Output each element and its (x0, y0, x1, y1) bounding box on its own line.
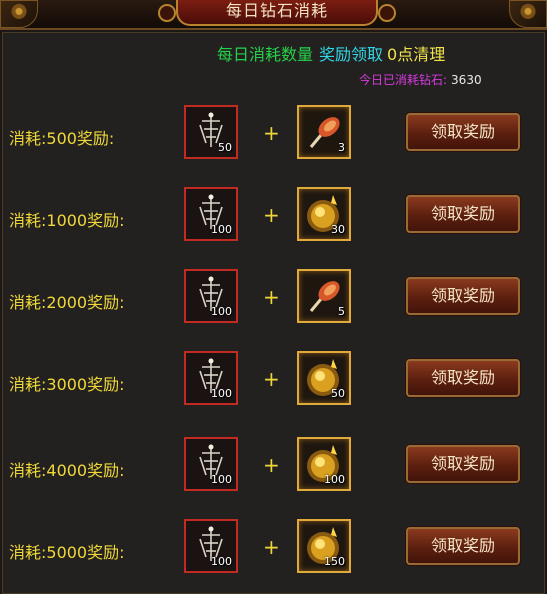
item-count: 150 (324, 555, 345, 568)
item-count: 30 (331, 223, 345, 236)
claim-reward-button[interactable]: 领取奖励 (406, 359, 520, 397)
reward-row: 消耗:4000奖励: 100 + 100 领取奖励 (3, 437, 544, 497)
item-count: 50 (331, 387, 345, 400)
row-label: 消耗:3000奖励: (9, 375, 125, 394)
reward-slot-golden-orb[interactable]: 50 (297, 351, 351, 405)
item-count: 5 (338, 305, 345, 318)
reward-slot-meat[interactable]: 3 (297, 105, 351, 159)
item-count: 50 (218, 141, 232, 154)
reward-slot-bone-claw[interactable]: 50 (184, 105, 238, 159)
reward-slot-meat[interactable]: 5 (297, 269, 351, 323)
claim-reward-button[interactable]: 领取奖励 (406, 277, 520, 315)
claim-reward-button[interactable]: 领取奖励 (406, 527, 520, 565)
plus-sign: + (263, 285, 280, 309)
reward-claim-label: 奖励领取 (319, 45, 384, 64)
item-count: 100 (211, 555, 232, 568)
reward-slot-golden-orb[interactable]: 100 (297, 437, 351, 491)
window-title: 每日钻石消耗 (158, 0, 396, 26)
item-count: 100 (324, 473, 345, 486)
item-count: 100 (211, 473, 232, 486)
reward-slot-bone-claw[interactable]: 100 (184, 351, 238, 405)
reward-row: 消耗:3000奖励: 100 + 50 领取奖励 (3, 351, 544, 411)
row-label: 消耗:2000奖励: (9, 293, 125, 312)
reset-label: 0点清理 (387, 45, 446, 64)
ornament-right-icon (509, 0, 547, 28)
reward-panel: 每日消耗数量 奖励领取 0点清理 今日已消耗钻石: 3630 消耗:500奖励: 50… (2, 32, 545, 594)
today-consumed-value: 3630 (451, 73, 482, 87)
reward-row: 消耗:5000奖励: 100 + 150 领取奖励 (3, 519, 544, 579)
title-bar: 每日钻石消耗 (0, 0, 547, 30)
claim-reward-button[interactable]: 领取奖励 (406, 445, 520, 483)
item-count: 100 (211, 223, 232, 236)
claim-reward-button[interactable]: 领取奖励 (406, 195, 520, 233)
header-info: 每日消耗数量 奖励领取 0点清理 (217, 41, 445, 65)
reward-slot-golden-orb[interactable]: 30 (297, 187, 351, 241)
reward-row: 消耗:500奖励: 50 + 3 领取奖励 (3, 105, 544, 165)
reward-row: 消耗:2000奖励: 100 + 5 领取奖励 (3, 269, 544, 329)
row-label: 消耗:5000奖励: (9, 543, 125, 562)
reward-slot-golden-orb[interactable]: 150 (297, 519, 351, 573)
reward-row: 消耗:1000奖励: 100 + 30 领取奖励 (3, 187, 544, 247)
row-label: 消耗:500奖励: (9, 129, 115, 148)
reward-slot-bone-claw[interactable]: 100 (184, 519, 238, 573)
item-count: 100 (211, 387, 232, 400)
item-count: 3 (338, 141, 345, 154)
reward-slot-bone-claw[interactable]: 100 (184, 269, 238, 323)
row-label: 消耗:1000奖励: (9, 211, 125, 230)
today-consumed: 今日已消耗钻石: 3630 (359, 71, 482, 88)
plus-sign: + (263, 367, 280, 391)
plus-sign: + (263, 203, 280, 227)
claim-reward-button[interactable]: 领取奖励 (406, 113, 520, 151)
plus-sign: + (263, 121, 280, 145)
reward-slot-bone-claw[interactable]: 100 (184, 187, 238, 241)
plus-sign: + (263, 535, 280, 559)
plus-sign: + (263, 453, 280, 477)
row-label: 消耗:4000奖励: (9, 461, 125, 480)
ornament-left-icon (0, 0, 38, 28)
reward-slot-bone-claw[interactable]: 100 (184, 437, 238, 491)
today-consumed-label: 今日已消耗钻石: (359, 73, 448, 87)
daily-count-label: 每日消耗数量 (217, 45, 314, 64)
item-count: 100 (211, 305, 232, 318)
